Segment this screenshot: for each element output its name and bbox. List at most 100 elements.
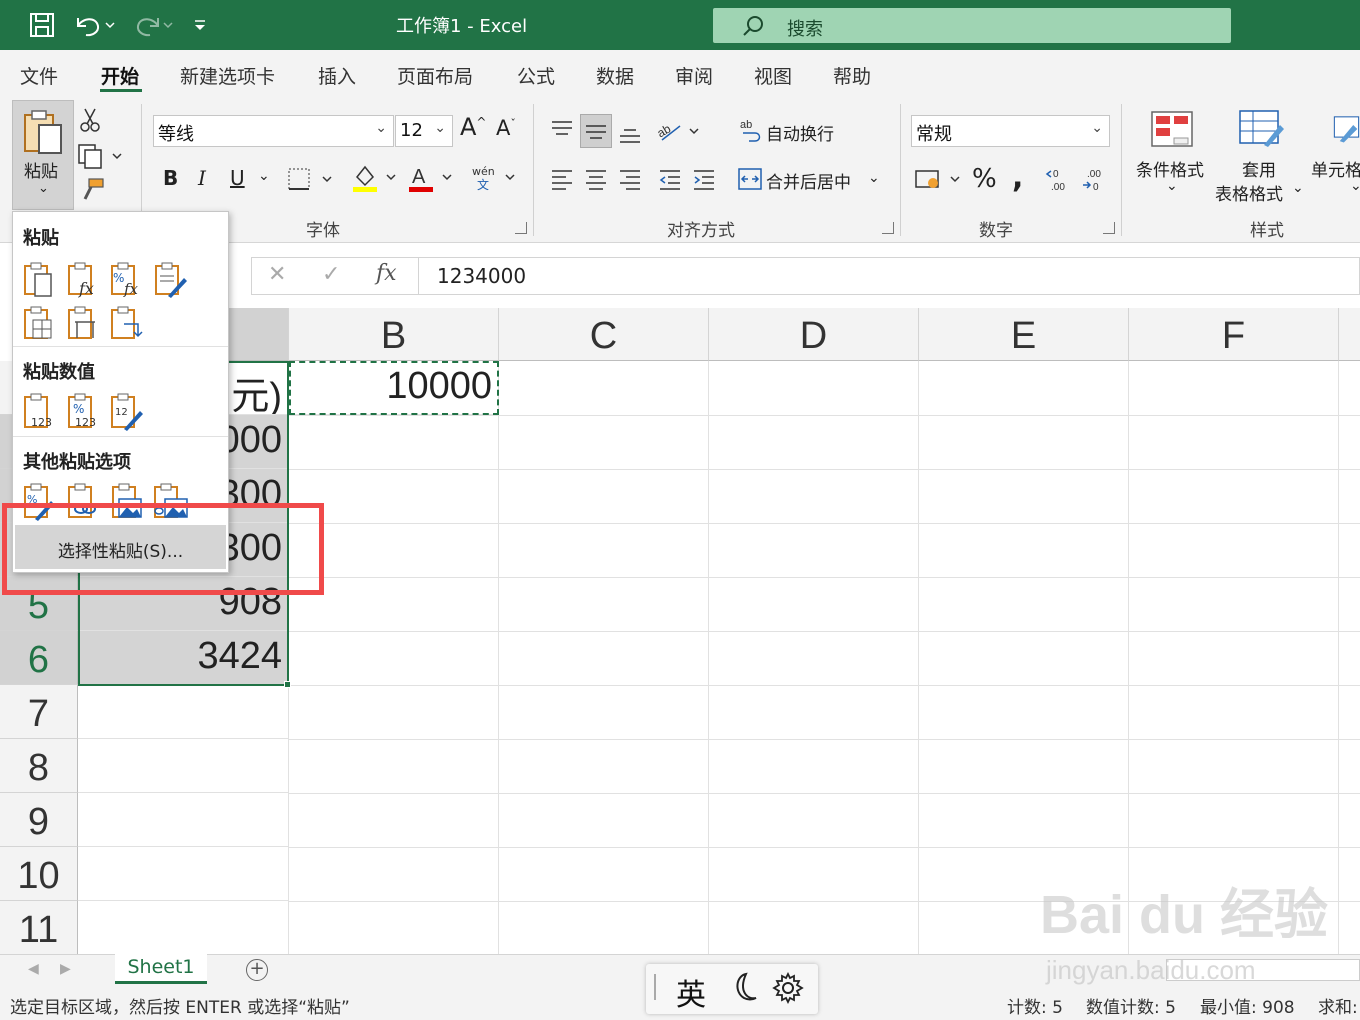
format-painter-icon[interactable] xyxy=(78,176,106,204)
ime-language-toggle[interactable]: 英 xyxy=(676,970,706,1014)
alignment-dialog-launcher-icon[interactable] xyxy=(882,222,894,234)
tab-home[interactable]: 开始 xyxy=(101,62,139,89)
column-header-c[interactable]: C xyxy=(499,308,709,361)
sheet-nav-next-icon[interactable]: ▶ xyxy=(60,961,71,977)
orientation-icon[interactable]: ab xyxy=(655,116,701,146)
search-box[interactable]: 搜索 xyxy=(713,8,1231,43)
paste-values-source-format-icon[interactable]: 12 xyxy=(109,392,145,432)
wrap-text-button[interactable]: 自动换行 xyxy=(766,120,834,145)
row-header-7[interactable]: 7 xyxy=(0,685,78,739)
row-header-11[interactable]: 11 xyxy=(0,901,78,954)
chevron-down-icon[interactable]: ⌄ xyxy=(868,170,880,186)
paste-special-menu-item[interactable]: 选择性粘贴(S)... xyxy=(15,525,226,569)
paste-keep-column-widths-icon[interactable] xyxy=(65,304,101,344)
paste-link-icon[interactable] xyxy=(65,482,101,522)
cell-a8[interactable] xyxy=(78,739,289,793)
paste-formatting-icon[interactable]: % xyxy=(21,482,57,522)
column-header-d[interactable]: D xyxy=(709,308,919,361)
redo-icon[interactable] xyxy=(130,10,178,40)
column-header-e[interactable]: E xyxy=(919,308,1129,361)
chevron-down-icon[interactable]: ⌄ xyxy=(258,168,270,184)
tab-data[interactable]: 数据 xyxy=(596,62,634,89)
row-header-9[interactable]: 9 xyxy=(0,793,78,847)
cut-icon[interactable] xyxy=(78,106,102,134)
paste-option-icon[interactable] xyxy=(21,260,57,300)
cell-a6[interactable]: 3424 xyxy=(78,631,289,685)
decrease-font-icon[interactable]: Aˇ xyxy=(496,116,516,140)
add-sheet-icon[interactable]: + xyxy=(246,959,268,981)
tab-help[interactable]: 帮助 xyxy=(833,62,871,89)
paste-formulas-icon[interactable]: fx xyxy=(65,260,101,300)
paste-no-borders-icon[interactable] xyxy=(21,304,57,344)
cell-a7[interactable] xyxy=(78,685,289,739)
phonetic-guide-icon[interactable]: wén 文 xyxy=(469,163,519,193)
paste-keep-source-format-icon[interactable] xyxy=(153,260,189,300)
tab-insert[interactable]: 插入 xyxy=(318,62,356,89)
cell-a11[interactable] xyxy=(78,901,289,954)
ime-drag-handle[interactable] xyxy=(654,974,656,1000)
increase-font-icon[interactable]: A^ xyxy=(460,113,486,141)
fill-color-icon[interactable] xyxy=(350,163,400,193)
paste-values-number-format-icon[interactable]: % 123 xyxy=(65,392,101,432)
cell-a10[interactable] xyxy=(78,847,289,901)
decrease-indent-icon[interactable] xyxy=(656,166,684,192)
paste-transpose-icon[interactable] xyxy=(109,304,145,344)
cell-a9[interactable] xyxy=(78,793,289,847)
align-middle-icon[interactable] xyxy=(580,114,612,148)
format-as-table-label-2[interactable]: 表格格式 xyxy=(1215,180,1283,205)
row-header-10[interactable]: 10 xyxy=(0,847,78,901)
tab-formulas[interactable]: 公式 xyxy=(517,62,555,89)
paste-values-icon[interactable]: 123 xyxy=(21,392,57,432)
tab-page-layout[interactable]: 页面布局 xyxy=(397,62,473,89)
tab-new-tab[interactable]: 新建选项卡 xyxy=(180,62,275,89)
font-size-combo[interactable]: 12 ⌄ xyxy=(395,115,453,147)
accounting-format-icon[interactable] xyxy=(912,164,964,194)
paste-linked-picture-icon[interactable] xyxy=(153,482,189,522)
decrease-decimal-icon[interactable]: .00 0 xyxy=(1080,164,1110,194)
sheet-nav-prev-icon[interactable]: ◀ xyxy=(28,961,39,977)
percent-icon[interactable]: % xyxy=(972,164,997,194)
increase-decimal-icon[interactable]: 0.00 xyxy=(1044,164,1074,194)
paste-formulas-number-format-icon[interactable]: % fx xyxy=(109,260,145,300)
align-center-icon[interactable] xyxy=(582,166,610,192)
enter-icon[interactable]: ✓ xyxy=(322,262,340,287)
chevron-down-icon[interactable]: ⌄ xyxy=(1350,178,1360,194)
undo-icon[interactable] xyxy=(70,10,118,40)
chevron-down-icon[interactable]: ⌄ xyxy=(1166,178,1178,194)
font-name-combo[interactable]: 等线 ⌄ xyxy=(153,115,394,147)
cancel-icon[interactable]: ✕ xyxy=(268,262,286,287)
sheet-tab-sheet1[interactable]: Sheet1 xyxy=(115,954,207,984)
gear-icon[interactable] xyxy=(772,971,804,1008)
format-as-table-label-1[interactable]: 套用 xyxy=(1242,156,1276,181)
cell-a5[interactable]: 908 xyxy=(78,577,289,631)
bold-button[interactable]: B xyxy=(163,166,178,190)
comma-style-icon[interactable]: , xyxy=(1012,160,1023,195)
borders-icon[interactable] xyxy=(286,166,336,192)
customize-toolbar-icon[interactable] xyxy=(190,10,210,40)
insert-function-icon[interactable]: fx xyxy=(376,261,397,286)
chevron-down-icon[interactable]: ⌄ xyxy=(1292,180,1304,196)
increase-indent-icon[interactable] xyxy=(690,166,718,192)
align-top-icon[interactable] xyxy=(548,114,576,144)
tab-review[interactable]: 审阅 xyxy=(675,62,713,89)
column-header-g[interactable] xyxy=(1339,308,1360,361)
row-header-5[interactable]: 5 xyxy=(0,577,78,631)
paste-picture-icon[interactable] xyxy=(109,482,145,522)
font-color-icon[interactable]: A xyxy=(406,163,456,193)
fill-handle[interactable] xyxy=(284,681,291,688)
row-header-8[interactable]: 8 xyxy=(0,739,78,793)
font-dialog-launcher-icon[interactable] xyxy=(515,222,527,234)
tab-file[interactable]: 文件 xyxy=(20,62,58,89)
underline-button[interactable]: U xyxy=(230,166,245,190)
copy-icon[interactable] xyxy=(76,142,124,170)
number-format-combo[interactable]: 常规 ⌄ xyxy=(911,115,1110,147)
merge-center-button[interactable]: 合并后居中 xyxy=(766,168,851,193)
column-header-b[interactable]: B xyxy=(289,308,499,361)
column-header-f[interactable]: F xyxy=(1129,308,1339,361)
row-header-6[interactable]: 6 xyxy=(0,631,78,685)
moon-icon[interactable] xyxy=(726,970,758,1008)
align-left-icon[interactable] xyxy=(548,166,576,192)
save-icon[interactable] xyxy=(26,10,58,40)
formula-input[interactable] xyxy=(419,257,1360,295)
align-right-icon[interactable] xyxy=(616,166,644,192)
